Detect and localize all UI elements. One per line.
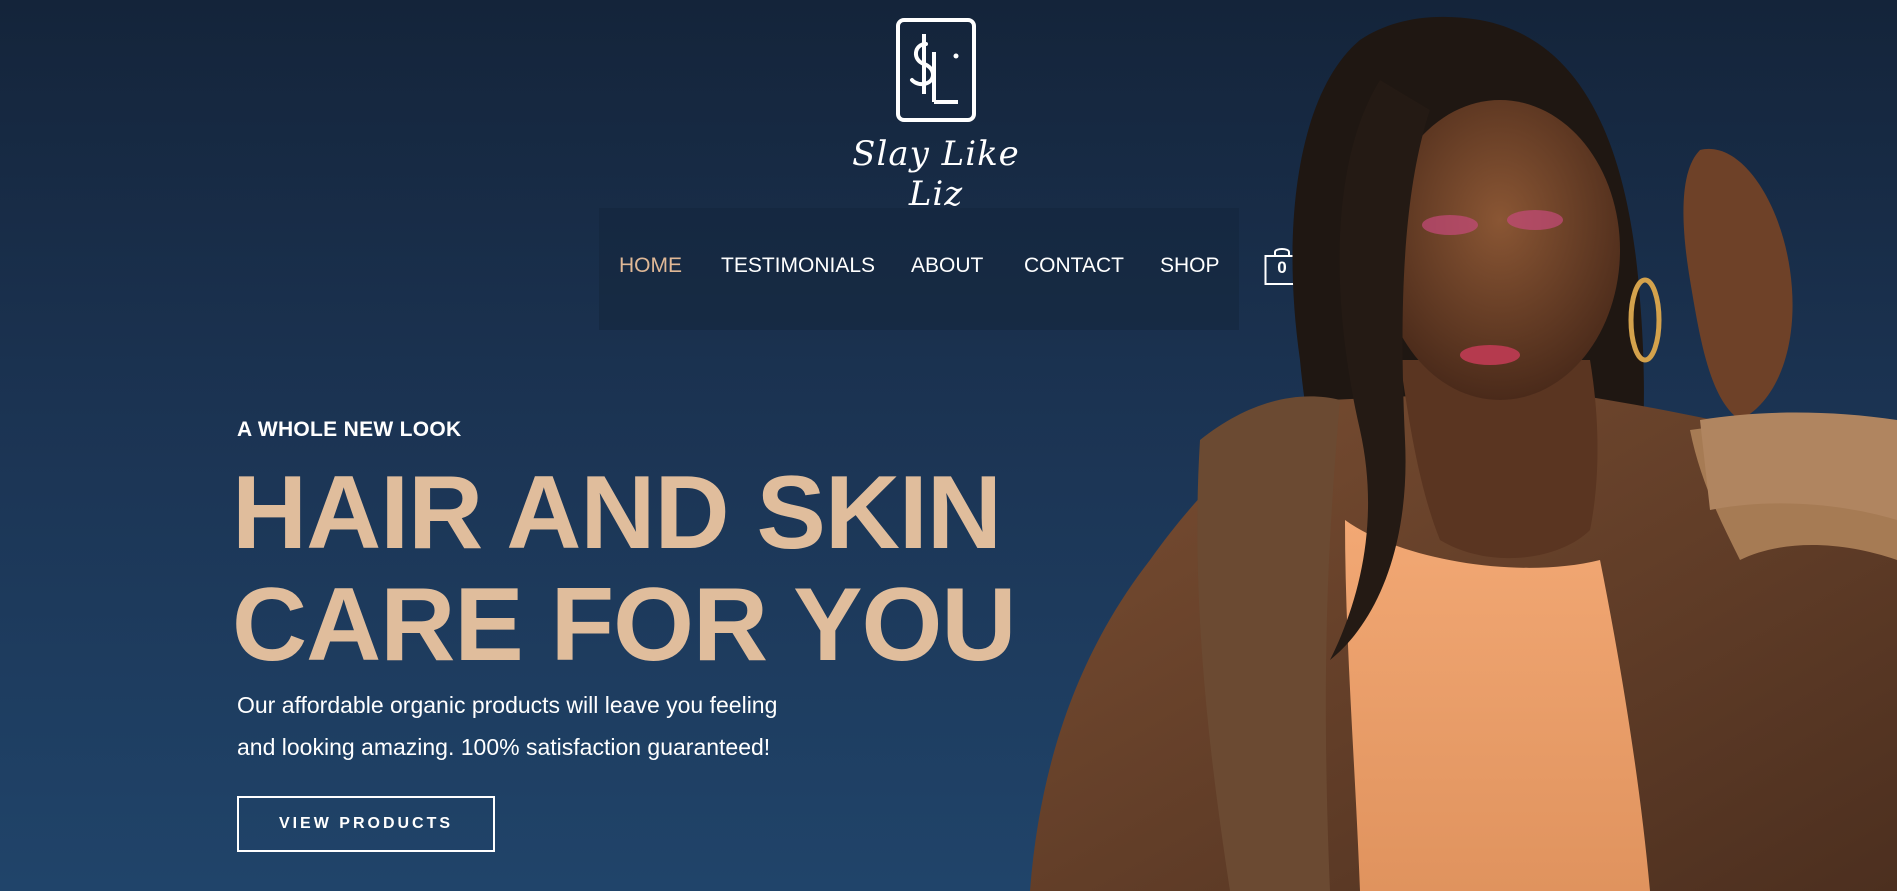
dollar-l-monogram-icon (910, 34, 959, 104)
eye-makeup-right (1507, 210, 1563, 230)
hero-description-line-2: and looking amazing. 100% satisfaction g… (237, 734, 771, 760)
eye-makeup-left (1422, 215, 1478, 235)
lips-shape (1460, 345, 1520, 365)
hero-description: Our affordable organic products will lea… (237, 684, 877, 768)
hero-eyebrow: A WHOLE NEW LOOK (237, 418, 462, 441)
nav-item-about[interactable]: ABOUT (911, 254, 983, 278)
nav-item-testimonials[interactable]: TESTIMONIALS (721, 254, 875, 278)
model-photo (1030, 16, 1897, 891)
hero-description-line-1: Our affordable organic products will lea… (237, 692, 778, 718)
nav-item-home[interactable]: HOME (619, 254, 682, 278)
view-products-button[interactable]: VIEW PRODUCTS (237, 796, 495, 852)
hero-headline: HAIR AND SKIN CARE FOR YOU (232, 457, 1016, 681)
hero-headline-line-2: CARE FOR YOU (232, 567, 1016, 683)
hand-shape (1683, 148, 1793, 420)
monogram-logo-mark (896, 18, 976, 122)
hero-headline-line-1: HAIR AND SKIN (232, 455, 1002, 571)
